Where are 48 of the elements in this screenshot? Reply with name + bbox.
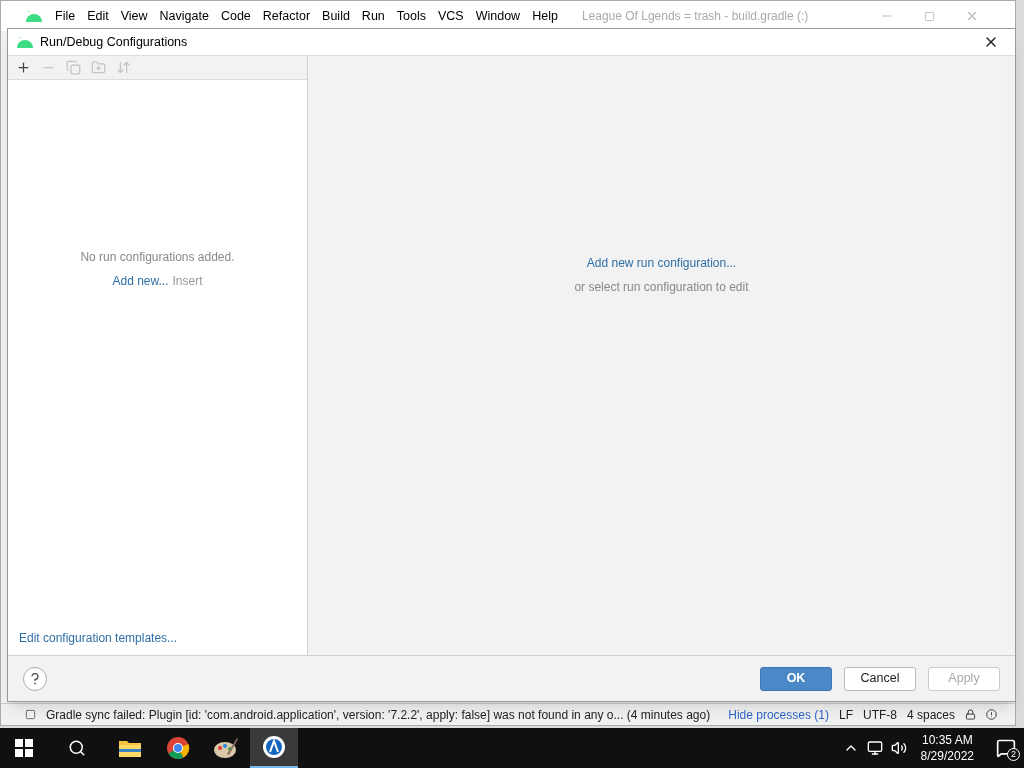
add-configuration-link[interactable]: Add new run configuration...	[586, 254, 737, 272]
plus-icon[interactable]	[16, 60, 31, 75]
search-icon[interactable]	[68, 739, 86, 757]
volume-icon[interactable]	[890, 740, 907, 756]
menu-item[interactable]: Help	[532, 6, 558, 26]
hide-processes-link[interactable]: Hide processes (1)	[728, 705, 829, 724]
menu-item[interactable]: Run	[361, 6, 385, 26]
taskbar-app[interactable]	[250, 728, 298, 768]
dialog-button[interactable]: Cancel	[844, 666, 916, 691]
panel-toggle-icon[interactable]	[25, 709, 36, 720]
android-studio-icon	[262, 735, 286, 759]
lock-icon[interactable]	[965, 709, 976, 720]
notification-count: 2	[1007, 748, 1020, 761]
menu-item[interactable]: Refactor	[262, 6, 311, 26]
question-mark-icon	[31, 672, 39, 685]
palette-icon	[213, 736, 239, 760]
chrome-icon	[166, 736, 190, 760]
help-button[interactable]	[23, 666, 47, 691]
android-logo-icon	[16, 36, 34, 48]
encoding[interactable]: UTF-8	[862, 705, 897, 724]
add-new-link[interactable]: Add new...	[112, 272, 169, 290]
status-message[interactable]: Gradle sync failed: Plugin [id: 'com.android.application', version: '7.2.2', apply: false] was not found in any o... (4 minutes ago)	[46, 705, 711, 724]
folder-icon	[118, 738, 142, 758]
clock-date[interactable]: 8/29/2022	[920, 748, 974, 764]
edit-templates-link[interactable]: Edit configuration templates...	[19, 629, 178, 647]
menu-item[interactable]: View	[120, 6, 148, 26]
notifications-icon[interactable]	[996, 738, 1016, 758]
line-separator[interactable]: LF	[838, 705, 853, 724]
menu-item[interactable]: Navigate	[159, 6, 209, 26]
menu-item[interactable]: Build	[322, 6, 350, 26]
menu-item[interactable]: Edit	[87, 6, 109, 26]
menu-item[interactable]: VCS	[438, 6, 464, 26]
menu-item[interactable]: Tools	[396, 6, 426, 26]
clock-time[interactable]: 10:35 AM	[921, 732, 973, 748]
event-log-icon[interactable]	[986, 709, 997, 720]
menu-item[interactable]: Code	[220, 6, 251, 26]
network-icon[interactable]	[866, 740, 883, 756]
menu-item[interactable]: File	[55, 6, 76, 26]
hint-text: or select run configuration to edit	[574, 279, 749, 296]
ok-button[interactable]: OK	[760, 666, 832, 691]
windows-start-icon[interactable]	[15, 739, 33, 757]
indent-setting[interactable]: 4 spaces	[906, 705, 955, 724]
dialog-title: Run/Debug Configurations	[40, 33, 188, 51]
window-title: League Of Lgends = trash - build.gradle (:)	[581, 8, 809, 25]
menu-item[interactable]: Window	[475, 6, 521, 26]
android-logo-icon	[25, 10, 43, 22]
empty-list-message: No run configurations added.	[80, 249, 235, 266]
shortcut-hint: Insert	[172, 273, 203, 290]
